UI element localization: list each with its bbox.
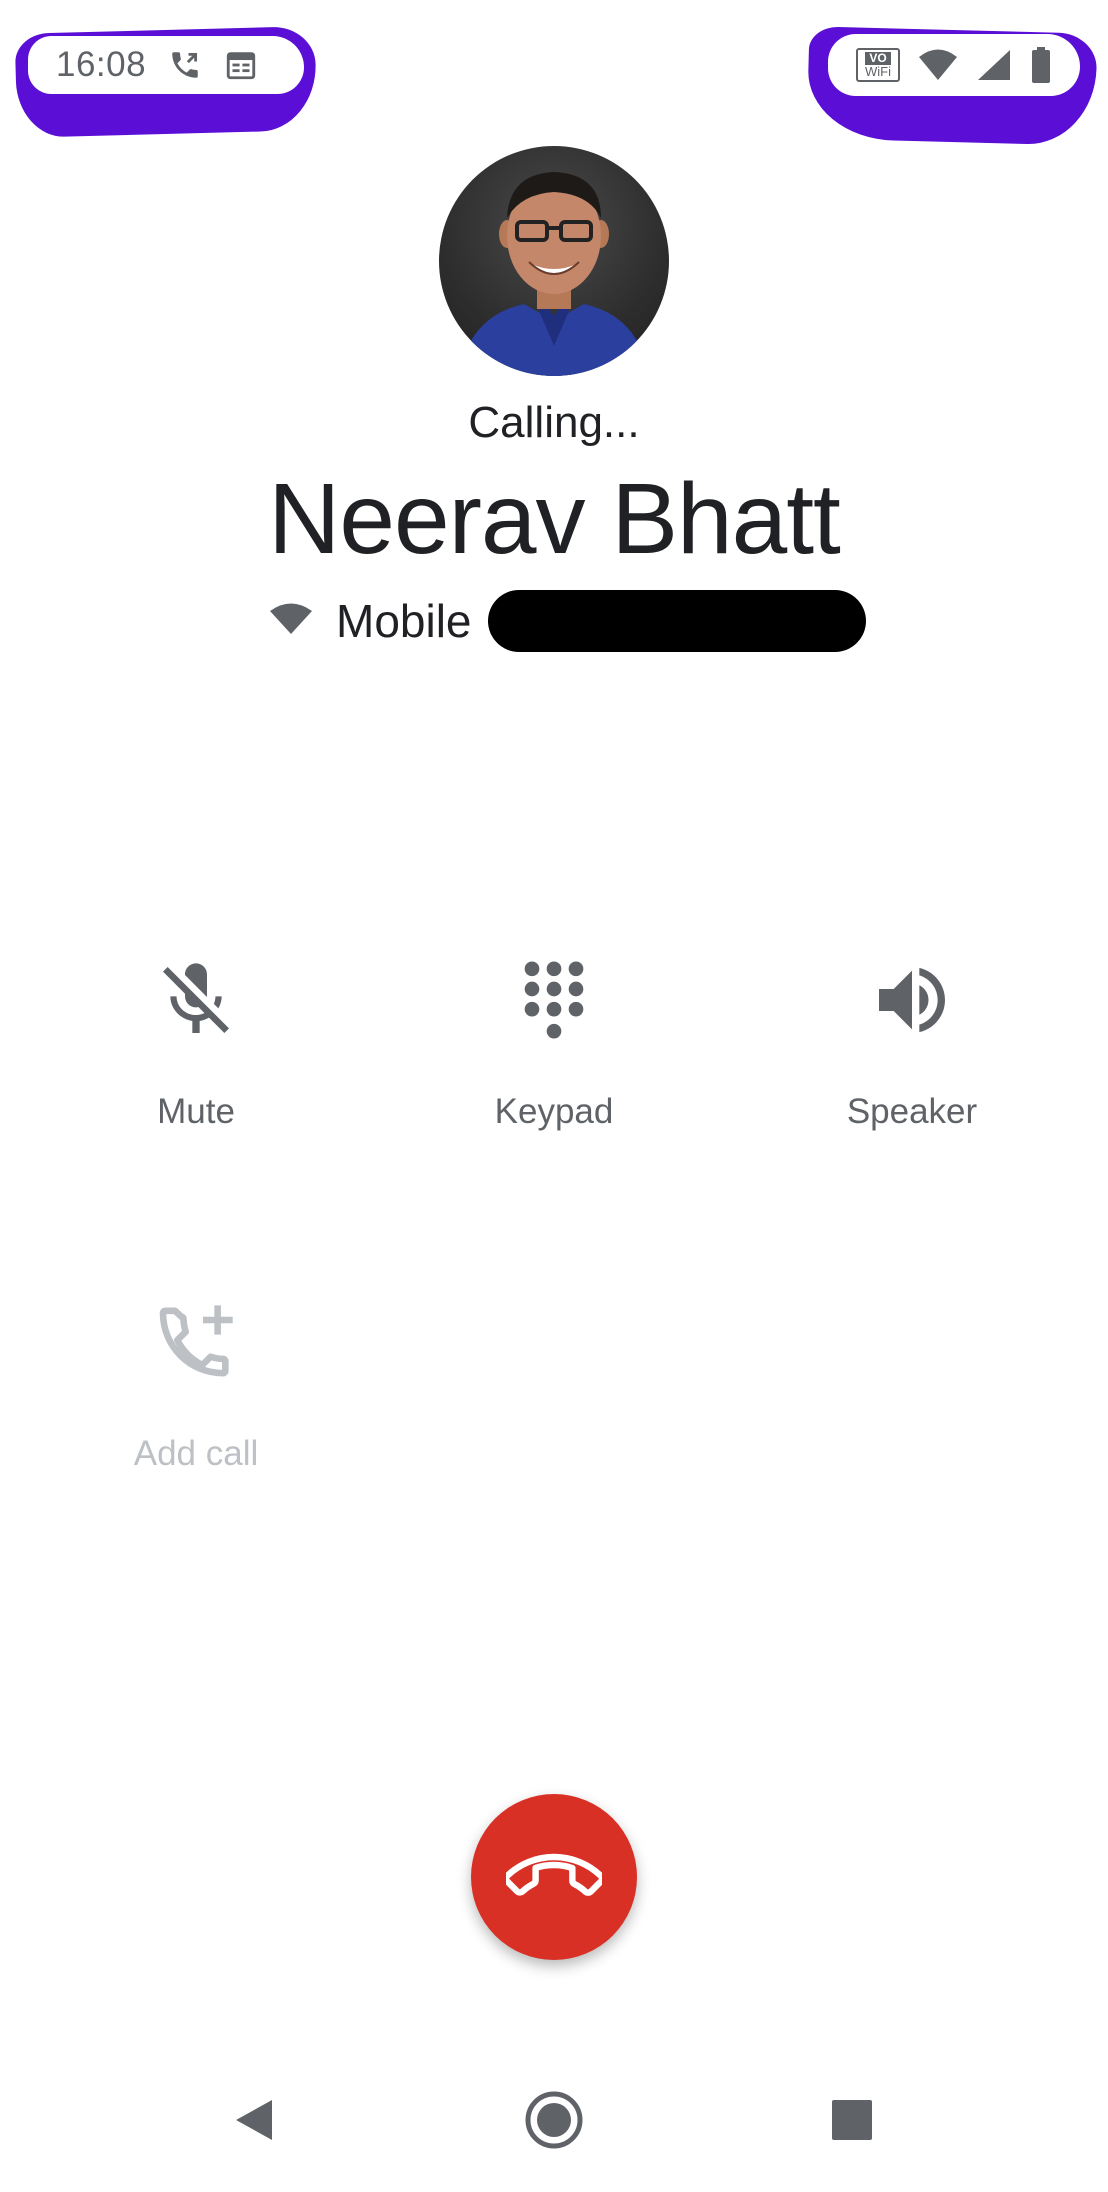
speaker-label: Speaker <box>846 1092 978 1131</box>
speaker-icon <box>879 967 945 1033</box>
volte-wifi-icon: VO WiFi <box>856 48 900 82</box>
contact-photo <box>459 172 649 376</box>
wifi-label: WiFi <box>865 64 891 79</box>
redacted-phone-number <box>487 590 866 652</box>
number-type-label: Mobile <box>336 595 472 647</box>
add-call-icon <box>159 1305 233 1377</box>
in-call-screen: 16:08 VO WiFi Calling... Neerav Bhatt Mo… <box>0 0 1108 2192</box>
status-bar-right: VO WiFi <box>828 34 1080 96</box>
nav-recents-button[interactable] <box>812 2080 892 2160</box>
call-icon <box>168 48 202 82</box>
cell-signal-icon <box>976 48 1012 82</box>
mic-off-icon <box>163 963 229 1033</box>
mute-label: Mute <box>157 1092 235 1131</box>
phone-number-row: Mobile <box>268 590 866 652</box>
wifi-icon <box>918 48 958 82</box>
call-status: Calling... <box>468 398 640 447</box>
recents-icon <box>832 2100 872 2140</box>
contact-avatar <box>439 146 669 376</box>
wifi-calling-icon <box>268 602 314 641</box>
speaker-button[interactable]: Speaker <box>792 940 1032 1180</box>
mute-button[interactable]: Mute <box>76 940 316 1180</box>
add-call-label: Add call <box>133 1434 259 1473</box>
nav-back-button[interactable] <box>214 2080 294 2160</box>
home-icon <box>525 2091 583 2149</box>
dialpad-icon <box>524 961 584 1039</box>
hang-up-icon <box>506 1853 602 1896</box>
nav-home-button[interactable] <box>514 2080 594 2160</box>
status-time: 16:08 <box>56 45 147 84</box>
end-call-button[interactable] <box>471 1794 637 1960</box>
calendar-icon <box>224 48 258 82</box>
back-icon <box>236 2100 272 2140</box>
keypad-button[interactable]: Keypad <box>434 940 674 1180</box>
battery-icon <box>1030 47 1052 83</box>
keypad-label: Keypad <box>494 1092 614 1131</box>
contact-name: Neerav Bhatt <box>268 463 841 575</box>
add-call-button[interactable]: Add call <box>76 1282 316 1522</box>
status-bar-left: 16:08 <box>28 36 304 94</box>
